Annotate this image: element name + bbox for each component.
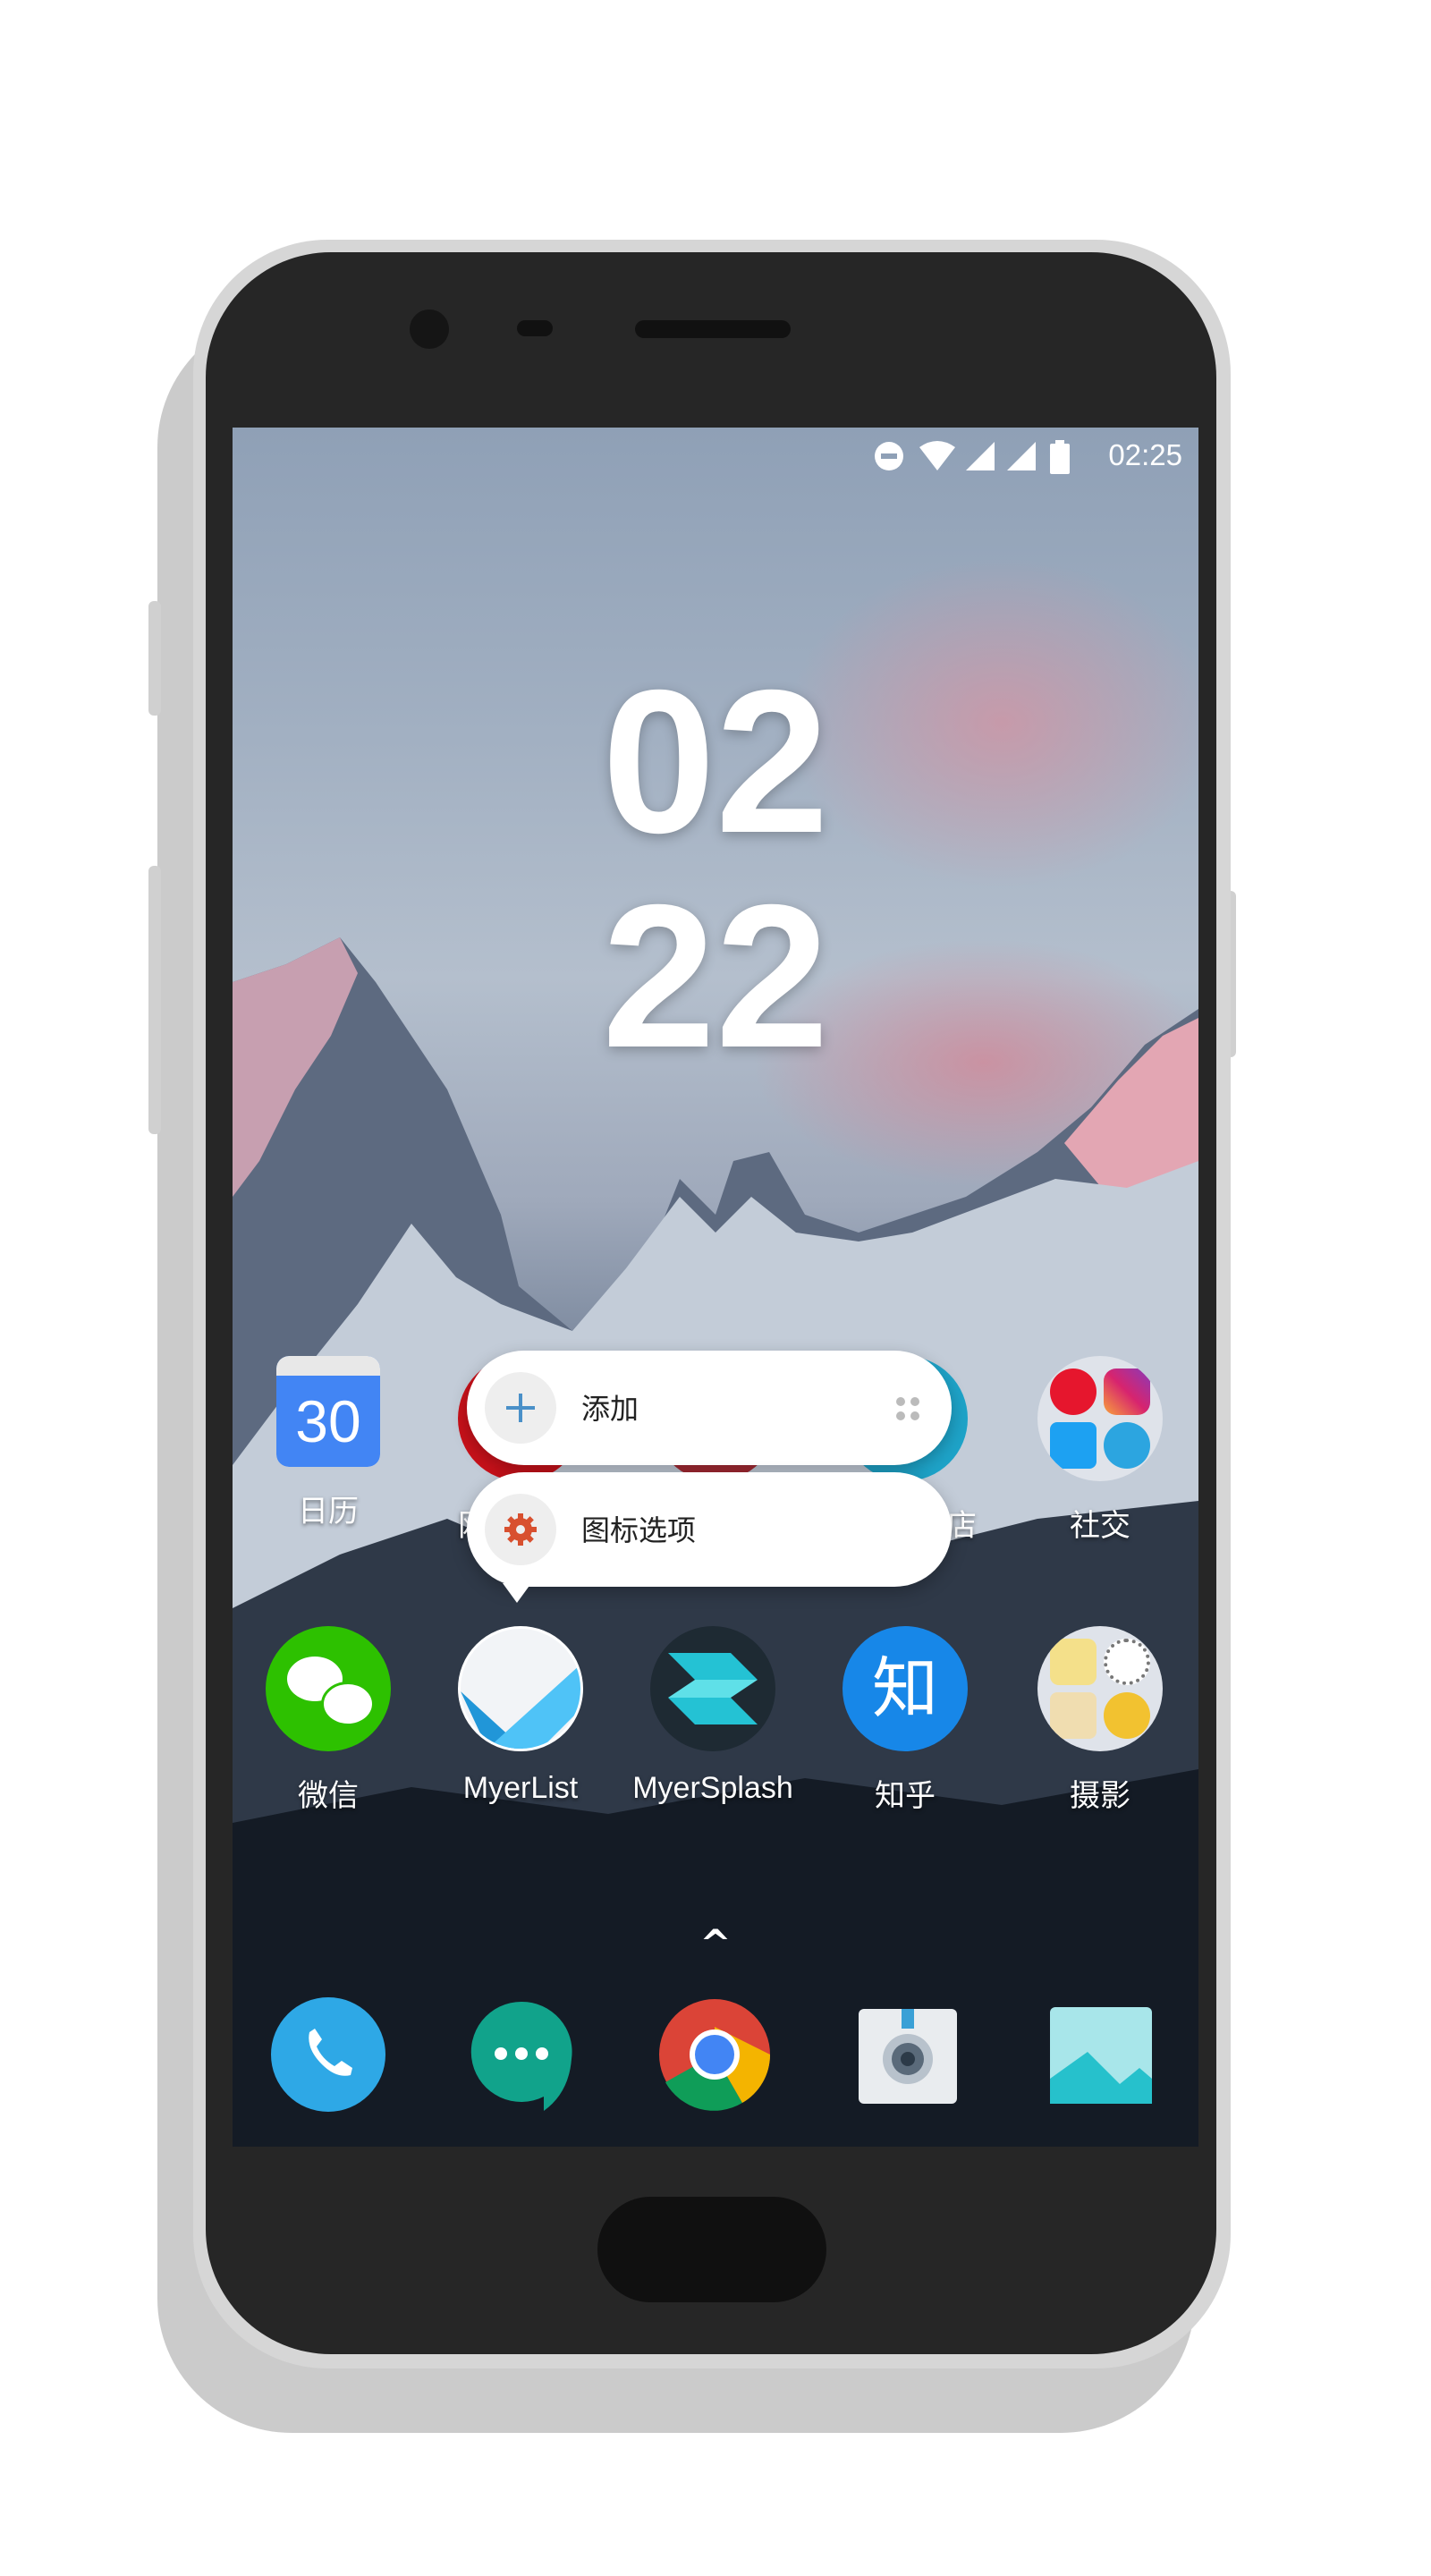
photography-folder-icon xyxy=(1037,1626,1163,1751)
notes-icon xyxy=(1050,1639,1097,1685)
app-label: 微信 xyxy=(298,1779,359,1813)
signal-icon xyxy=(966,442,995,470)
earpiece xyxy=(635,320,791,338)
battery-icon xyxy=(1050,440,1070,474)
app-myersplash[interactable]: MyerSplash xyxy=(623,1626,802,1806)
app-social-folder[interactable]: 社交 xyxy=(1011,1356,1190,1545)
zhihu-glyph: 知 xyxy=(872,1650,938,1727)
app-label: MyerList xyxy=(462,1771,579,1805)
wechat-icon xyxy=(266,1626,391,1751)
front-camera xyxy=(410,309,449,349)
myersplash-icon xyxy=(650,1626,775,1751)
zhihu-icon: 知 xyxy=(843,1626,968,1751)
twitter-icon xyxy=(1050,1422,1097,1469)
app-drawer-arrow[interactable]: ^ xyxy=(680,1921,751,1965)
popup-item-add[interactable]: 添加 xyxy=(467,1351,952,1465)
hangouts-icon[interactable] xyxy=(463,1996,580,2113)
volume-up-button[interactable] xyxy=(148,601,161,716)
status-bar: 02:25 xyxy=(233,428,1198,485)
chrome-icon[interactable] xyxy=(656,1996,773,2113)
telegram-icon xyxy=(1104,1422,1150,1469)
home-screen: 02:25 02 22 30 日历 网 店 社交 xyxy=(233,428,1198,2147)
calendar-icon: 30 xyxy=(276,1356,380,1467)
app-label: 日历 xyxy=(298,1495,359,1529)
volume-down-button[interactable] xyxy=(148,866,161,1134)
status-time: 02:25 xyxy=(1108,438,1182,471)
app-wechat[interactable]: 微信 xyxy=(239,1626,418,1815)
gear-icon xyxy=(504,1513,537,1546)
gear-icon-circle xyxy=(485,1494,556,1565)
drag-handle-icon[interactable] xyxy=(894,1395,921,1422)
gallery-icon[interactable] xyxy=(1043,1996,1159,2113)
clock-hours[interactable]: 02 xyxy=(233,660,1198,864)
lens-icon xyxy=(1104,1639,1150,1685)
app-label: MyerSplash xyxy=(632,1771,793,1805)
camera360-icon xyxy=(1104,1692,1150,1739)
clock-minutes[interactable]: 22 xyxy=(233,875,1198,1079)
weibo-icon xyxy=(1050,1368,1097,1415)
app-myerlist[interactable]: MyerList xyxy=(431,1626,610,1806)
calendar-date: 30 xyxy=(295,1388,361,1454)
phone-icon[interactable] xyxy=(270,1996,386,2113)
myerlist-icon xyxy=(458,1626,583,1751)
do-not-disturb-icon xyxy=(875,442,903,470)
proximity-sensor xyxy=(517,320,553,336)
app-photography-folder[interactable]: 摄影 xyxy=(1011,1626,1190,1815)
popup-pointer xyxy=(503,1583,531,1603)
plus-icon-circle xyxy=(485,1372,556,1444)
popup-item-label: 图标选项 xyxy=(581,1513,697,1547)
popup-item-label: 添加 xyxy=(581,1392,639,1426)
social-folder-icon xyxy=(1037,1356,1163,1481)
camera-icon[interactable] xyxy=(850,1996,966,2113)
wifi-icon xyxy=(919,441,955,470)
home-button[interactable] xyxy=(597,2197,826,2302)
signal-icon xyxy=(1007,442,1036,470)
video-icon xyxy=(1050,1692,1097,1739)
app-calendar[interactable]: 30 日历 xyxy=(239,1356,418,1530)
popup-item-icon-options[interactable]: 图标选项 xyxy=(467,1472,952,1587)
app-label: 知乎 xyxy=(875,1779,936,1813)
app-label: 社交 xyxy=(1070,1509,1130,1543)
plus-icon xyxy=(506,1394,535,1422)
app-zhihu[interactable]: 知 知乎 xyxy=(816,1626,995,1815)
app-label: 摄影 xyxy=(1070,1779,1130,1813)
instagram-icon xyxy=(1104,1368,1150,1415)
